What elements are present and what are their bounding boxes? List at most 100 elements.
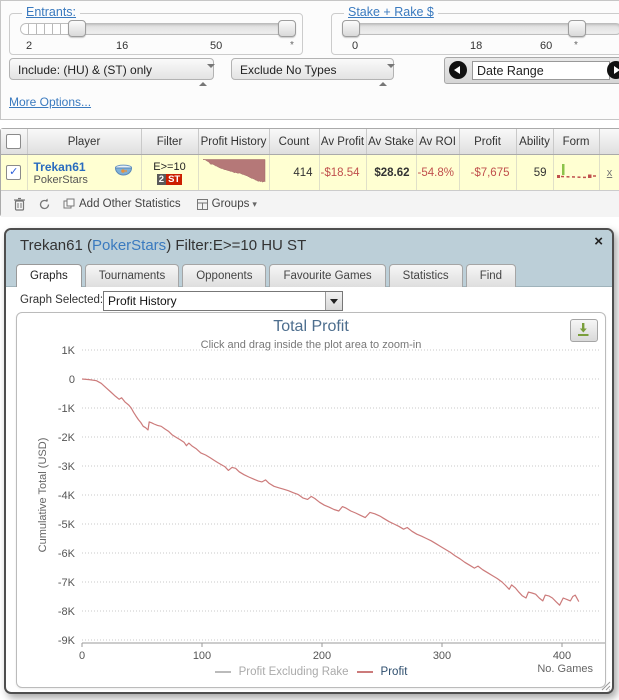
remove-row-link[interactable]: x — [599, 154, 619, 190]
updown-arrow-icon — [379, 64, 395, 86]
entrants-slider-track[interactable] — [20, 23, 292, 35]
graph-select-dropdown[interactable]: Profit History — [103, 291, 343, 311]
popup-tabs: Graphs Tournaments Opponents Favourite G… — [16, 264, 517, 287]
stake-slider-handle-right[interactable] — [568, 20, 586, 37]
svg-text:-4K: -4K — [58, 490, 76, 502]
entrants-slider-handle-right[interactable] — [278, 20, 296, 37]
close-popup-button[interactable]: × — [594, 233, 603, 250]
legend-label-profit[interactable]: Profit — [381, 666, 408, 678]
svg-text:200: 200 — [313, 650, 331, 662]
date-range-input[interactable] — [472, 61, 610, 80]
date-prev-button[interactable] — [449, 61, 467, 79]
col-count: Count — [269, 129, 320, 155]
svg-text:-3K: -3K — [58, 461, 76, 473]
col-player: Player — [27, 129, 142, 155]
trash-icon — [14, 197, 25, 211]
include-types-label: Include: (HU) & (ST) only — [18, 63, 153, 77]
tab-statistics[interactable]: Statistics — [388, 264, 463, 287]
refresh-button[interactable] — [38, 198, 51, 211]
col-filter: Filter — [141, 129, 199, 155]
tab-tournaments[interactable]: Tournaments — [84, 264, 180, 287]
legend-line-profit — [356, 671, 373, 673]
tab-opponents[interactable]: Opponents — [182, 264, 267, 287]
graph-select-value: Profit History — [108, 294, 177, 308]
col-remove — [599, 129, 619, 155]
av-roi-cell: -54.8% — [416, 154, 460, 190]
filter-badge: 2 ST — [156, 173, 183, 185]
row-checkbox[interactable]: ✓ — [6, 165, 22, 180]
svg-text:400: 400 — [553, 650, 571, 662]
svg-text:0: 0 — [69, 374, 75, 386]
stake-rake-link[interactable]: Stake + Rake $ — [344, 5, 438, 19]
popup-title-filter: ) Filter:E>=10 HU ST — [166, 237, 307, 254]
right-arrow-icon — [614, 66, 619, 74]
results-table: Player Filter Profit History Count Av Pr… — [1, 129, 619, 190]
svg-text:-5K: -5K — [58, 519, 76, 531]
player-cell: Trekan61 PokerStars — [27, 154, 142, 190]
x-axis-title: No. Games — [537, 663, 593, 675]
dropdown-arrow-icon — [325, 292, 342, 310]
download-chart-button[interactable] — [570, 319, 598, 342]
popup-title: Trekan61 (PokerStars) Filter:E>=10 HU ST — [20, 237, 306, 254]
popup-title-player: Trekan61 ( — [20, 237, 92, 254]
fishbowl-icon[interactable] — [114, 163, 133, 177]
left-arrow-icon — [454, 66, 460, 74]
groups-grid-icon — [196, 198, 208, 210]
av-stake-cell: $28.62 — [366, 154, 417, 190]
caret-down-icon: ▾ — [252, 198, 257, 209]
form-cell — [553, 154, 600, 190]
y-axis-title: Cumulative Total (USD) — [37, 437, 49, 553]
stake-tick-mid: 18 — [470, 40, 483, 52]
tab-find[interactable]: Find — [465, 264, 517, 287]
add-other-statistics-label: Add Other Statistics — [79, 198, 181, 210]
entrants-link[interactable]: Entrants: — [22, 5, 81, 19]
svg-text:-1K: -1K — [58, 403, 76, 415]
select-all-header — [1, 129, 28, 155]
tab-graphs[interactable]: Graphs — [16, 264, 82, 287]
updown-arrow-icon — [199, 64, 215, 86]
form-sparkline — [556, 164, 597, 179]
ability-cell: 59 — [516, 154, 554, 190]
svg-text:-6K: -6K — [58, 548, 76, 560]
svg-text:-7K: -7K — [58, 577, 76, 589]
sharkscope-page: Entrants: 2 16 50 * Stake + Rake $ 0 18 … — [0, 0, 619, 700]
popup-title-site: PokerStars — [91, 237, 167, 254]
table-header-row: Player Filter Profit History Count Av Pr… — [1, 129, 619, 155]
chart-panel: Total Profit Click and drag inside the p… — [16, 312, 606, 688]
more-options-link[interactable]: More Options... — [9, 95, 91, 109]
delete-button[interactable] — [13, 197, 26, 211]
table-footer: Add Other Statistics Groups ▾ — [1, 190, 619, 217]
legend-label-excluding-rake[interactable]: Profit Excluding Rake — [239, 666, 349, 678]
row-select-cell: ✓ — [1, 154, 28, 190]
download-icon — [578, 323, 589, 336]
date-next-button[interactable] — [607, 61, 619, 79]
filters-section: Entrants: 2 16 50 * Stake + Rake $ 0 18 … — [0, 0, 619, 120]
svg-text:100: 100 — [193, 650, 211, 662]
entrants-slider-handle-left[interactable] — [68, 20, 86, 37]
svg-text:-8K: -8K — [58, 606, 76, 618]
include-types-dropdown[interactable]: Include: (HU) & (ST) only — [9, 58, 215, 86]
select-all-checkbox[interactable] — [6, 134, 22, 149]
profit-cell: -$7,675 — [459, 154, 517, 190]
add-other-statistics-button[interactable]: Add Other Statistics — [63, 198, 181, 210]
profit-chart-plot-area[interactable]: 1K0-1K-2K-3K-4K-5K-6K-7K-8K-9K0 100 200 300… — [17, 313, 606, 687]
count-cell: 414 — [269, 154, 320, 190]
badge-count: 2 — [156, 173, 167, 185]
resize-handle[interactable] — [598, 678, 611, 691]
col-profit: Profit — [459, 129, 517, 155]
tab-favourite-games[interactable]: Favourite Games — [269, 264, 386, 287]
table-row: ✓ Trekan61 PokerStars E>=10 2 ST 414 -$1… — [1, 154, 619, 190]
entrants-tick-mid: 16 — [116, 40, 129, 52]
stake-tick-high: 60 — [540, 40, 553, 52]
groups-button[interactable]: Groups ▾ — [196, 198, 257, 210]
col-form: Form — [553, 129, 600, 155]
filter-expression: E>=10 — [153, 160, 186, 173]
profit-history-cell[interactable] — [198, 154, 270, 190]
col-ability: Ability — [516, 129, 554, 155]
exclude-types-dropdown[interactable]: Exclude No Types — [231, 58, 395, 86]
stake-slider-handle-left[interactable] — [342, 20, 360, 37]
stake-filter-group: Stake + Rake $ 0 18 60 * — [331, 5, 619, 55]
stake-tick-max: * — [574, 40, 578, 51]
col-av-profit: Av Profit — [319, 129, 367, 155]
svg-text:300: 300 — [433, 650, 451, 662]
